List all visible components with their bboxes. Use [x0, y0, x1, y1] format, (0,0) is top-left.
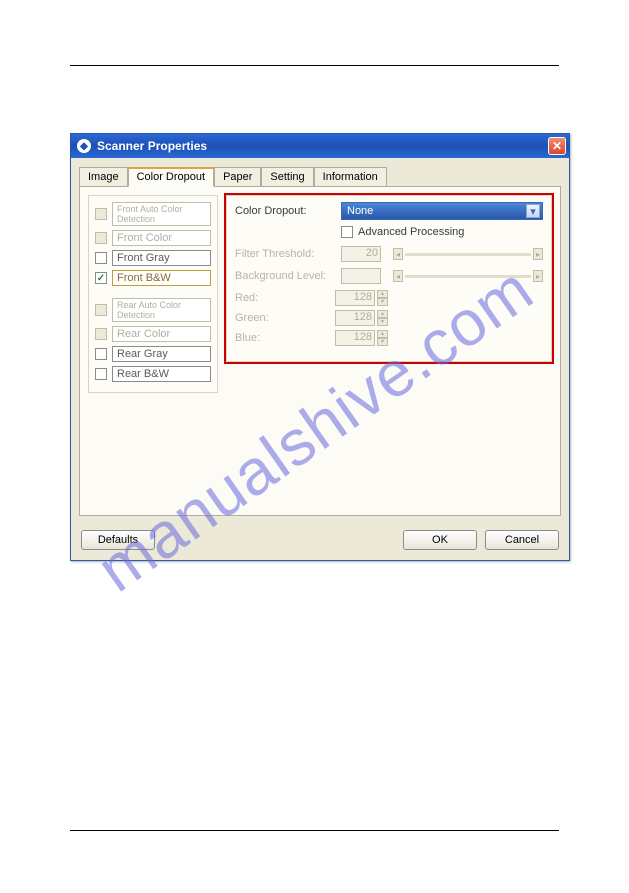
dropout-settings-panel: Color Dropout: None ▾ Advanced Processin…	[226, 195, 552, 362]
slider-right-icon: ▸	[533, 248, 543, 260]
spin-up-icon: ▴	[377, 330, 388, 338]
slider-left-icon: ◂	[393, 270, 403, 282]
blue-label: Blue:	[235, 332, 335, 344]
option-front-gray[interactable]: Front Gray	[112, 250, 211, 266]
advanced-processing-label: Advanced Processing	[358, 226, 464, 238]
background-level-label: Background Level:	[235, 270, 335, 282]
cancel-button[interactable]: Cancel	[485, 530, 559, 550]
window-title: Scanner Properties	[97, 139, 207, 153]
tab-information[interactable]: Information	[314, 167, 387, 187]
option-front-bw[interactable]: Front B&W	[112, 270, 211, 286]
spin-down-icon: ▾	[377, 298, 388, 306]
filter-threshold-value: 20	[341, 246, 381, 262]
checkbox-rear-bw[interactable]	[95, 368, 107, 380]
side-selection-panel: Front Auto Color Detection Front Color F…	[88, 195, 218, 393]
option-front-color: Front Color	[112, 230, 211, 246]
ok-button[interactable]: OK	[403, 530, 477, 550]
checkbox-advanced[interactable]	[341, 226, 353, 238]
tabstrip: Image Color Dropout Paper Setting Inform…	[71, 158, 569, 186]
tab-body: Front Auto Color Detection Front Color F…	[79, 186, 561, 516]
dropdown-value: None	[347, 205, 373, 217]
color-dropout-dropdown[interactable]: None ▾	[341, 202, 543, 220]
filter-threshold-slider: ◂ ▸	[393, 248, 543, 260]
green-label: Green:	[235, 312, 335, 324]
color-dropout-label: Color Dropout:	[235, 205, 335, 217]
red-label: Red:	[235, 292, 335, 304]
tab-color-dropout[interactable]: Color Dropout	[128, 167, 214, 187]
spin-down-icon: ▾	[377, 338, 388, 346]
tab-setting[interactable]: Setting	[261, 167, 313, 187]
scanner-properties-window: ◆ Scanner Properties ✕ Image Color Dropo…	[70, 133, 570, 561]
checkbox-rear-auto	[95, 304, 107, 316]
app-icon: ◆	[77, 139, 91, 153]
slider-right-icon: ▸	[533, 270, 543, 282]
button-row: Defaults OK Cancel	[71, 524, 569, 560]
checkbox-front-color	[95, 232, 107, 244]
page-rule-bottom	[70, 830, 559, 831]
green-value: 128	[335, 310, 375, 326]
tab-image[interactable]: Image	[79, 167, 128, 187]
checkbox-front-auto	[95, 208, 107, 220]
checkbox-front-gray[interactable]	[95, 252, 107, 264]
spin-up-icon: ▴	[377, 290, 388, 298]
red-value: 128	[335, 290, 375, 306]
checkbox-rear-gray[interactable]	[95, 348, 107, 360]
checkbox-rear-color	[95, 328, 107, 340]
blue-value: 128	[335, 330, 375, 346]
background-level-value	[341, 268, 381, 284]
defaults-button[interactable]: Defaults	[81, 530, 155, 550]
checkbox-front-bw[interactable]	[95, 272, 107, 284]
option-rear-gray[interactable]: Rear Gray	[112, 346, 211, 362]
close-button[interactable]: ✕	[548, 137, 566, 155]
option-rear-color: Rear Color	[112, 326, 211, 342]
tab-paper[interactable]: Paper	[214, 167, 261, 187]
spin-down-icon: ▾	[377, 318, 388, 326]
background-level-slider: ◂ ▸	[393, 270, 543, 282]
option-rear-bw[interactable]: Rear B&W	[112, 366, 211, 382]
page-rule-top	[70, 65, 559, 66]
spin-up-icon: ▴	[377, 310, 388, 318]
filter-threshold-label: Filter Threshold:	[235, 248, 335, 260]
slider-left-icon: ◂	[393, 248, 403, 260]
option-front-auto: Front Auto Color Detection	[112, 202, 211, 226]
option-rear-auto: Rear Auto Color Detection	[112, 298, 211, 322]
titlebar[interactable]: ◆ Scanner Properties ✕	[71, 134, 569, 158]
chevron-down-icon: ▾	[526, 204, 540, 218]
